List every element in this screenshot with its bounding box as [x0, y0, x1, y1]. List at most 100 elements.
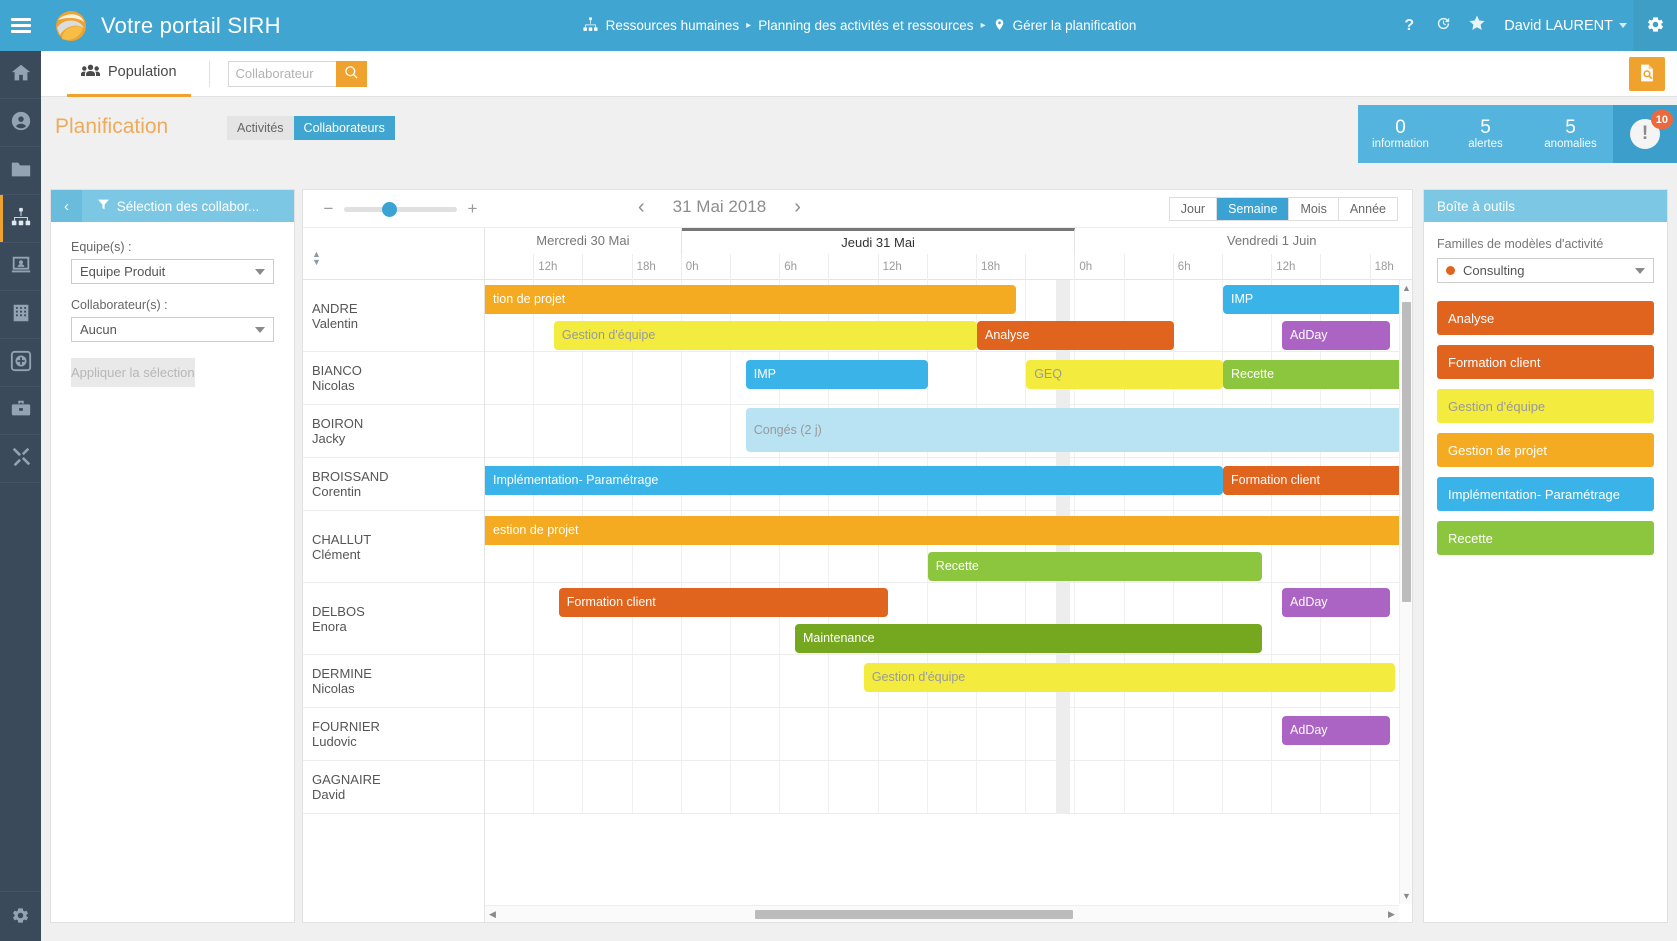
scroll-right-button[interactable]: ▶ — [1384, 906, 1399, 922]
grid-cell[interactable] — [780, 655, 830, 707]
scroll-left-button[interactable]: ◀ — [485, 906, 500, 922]
grid-cell[interactable] — [1174, 280, 1223, 351]
zoom-in-button[interactable]: + — [467, 199, 478, 219]
grid-cell[interactable] — [485, 352, 535, 404]
activity-template-2[interactable]: Gestion d'équipe — [1437, 389, 1654, 423]
zoom-out-button[interactable]: − — [323, 199, 334, 219]
grid-cell[interactable] — [633, 708, 682, 760]
grid-cell[interactable] — [534, 761, 584, 813]
grid-cell[interactable] — [485, 708, 535, 760]
scroll-down-button[interactable]: ▼ — [1400, 888, 1412, 904]
kpi-anomalies[interactable]: 5 anomalies — [1528, 118, 1613, 151]
grid-cell[interactable] — [534, 708, 584, 760]
rail-item-0[interactable] — [0, 51, 41, 99]
gantt-bar[interactable]: AdDay — [1282, 321, 1391, 350]
zoom-slider-handle[interactable] — [382, 201, 397, 217]
grid-cell[interactable] — [1075, 761, 1125, 813]
timescale-année[interactable]: Année — [1339, 198, 1397, 220]
search-input[interactable] — [227, 60, 336, 87]
rail-item-6[interactable] — [0, 339, 41, 387]
rail-item-4[interactable] — [0, 243, 41, 291]
grid-cell[interactable] — [879, 761, 928, 813]
grid-cell[interactable] — [534, 405, 584, 457]
tab-population[interactable]: Population — [67, 51, 191, 97]
rail-item-1[interactable] — [0, 99, 41, 147]
search-button[interactable] — [335, 60, 367, 87]
collaborator-name[interactable]: DERMINE Nicolas — [303, 655, 484, 708]
grid-cell[interactable] — [485, 405, 535, 457]
vertical-scrollbar-thumb[interactable] — [1402, 302, 1411, 602]
grid-cell[interactable] — [928, 708, 977, 760]
help-icon[interactable]: ? — [1392, 17, 1426, 35]
filter-select-0[interactable]: Equipe Produit — [71, 259, 274, 284]
grid-cell[interactable] — [682, 655, 731, 707]
grid-cell[interactable] — [485, 655, 535, 707]
zoom-slider[interactable] — [344, 201, 457, 217]
grid-cell[interactable] — [1223, 761, 1273, 813]
gantt-bar[interactable]: Formation client — [558, 588, 889, 617]
filter-select-1[interactable]: Aucun — [71, 317, 274, 342]
grid-cell[interactable] — [1174, 761, 1223, 813]
gantt-bar[interactable]: Implémentation- Paramétrage — [485, 466, 1223, 495]
gantt-bar[interactable]: Maintenance — [794, 624, 1263, 653]
grid-cell[interactable] — [583, 405, 633, 457]
user-menu[interactable]: David LAURENT — [1494, 18, 1633, 34]
grid-cell[interactable] — [780, 708, 830, 760]
scroll-up-button[interactable]: ▲ — [1400, 280, 1412, 296]
horizontal-scrollbar[interactable]: ◀ ▶ — [485, 905, 1399, 922]
rail-settings-button[interactable] — [0, 891, 41, 941]
activity-template-5[interactable]: Recette — [1437, 521, 1654, 555]
grid-cell[interactable] — [633, 352, 682, 404]
grid-cell[interactable] — [977, 352, 1027, 404]
gantt-bar[interactable]: Formation client — [1223, 466, 1412, 495]
document-search-button[interactable] — [1629, 57, 1665, 91]
segment-collaborateurs[interactable]: Collaborateurs — [293, 116, 395, 140]
grid-cell[interactable] — [583, 352, 633, 404]
gantt-bar[interactable]: IMP — [1223, 285, 1412, 314]
collaborator-name[interactable]: FOURNIER Ludovic — [303, 708, 484, 761]
grid-cell[interactable] — [928, 352, 977, 404]
breadcrumb-item-2[interactable]: Gérer la planification — [1013, 18, 1137, 33]
grid-cell[interactable] — [633, 405, 682, 457]
star-icon[interactable] — [1460, 14, 1494, 37]
grid-cell[interactable] — [731, 655, 781, 707]
grid-cell[interactable] — [633, 655, 682, 707]
collaborator-name[interactable]: CHALLUT Clément — [303, 511, 484, 583]
previous-period-button[interactable]: ‹ — [638, 197, 645, 217]
grid-cell[interactable] — [780, 761, 830, 813]
timescale-semaine[interactable]: Semaine — [1217, 198, 1290, 220]
grid-cell[interactable] — [1174, 708, 1223, 760]
rail-item-7[interactable] — [0, 387, 41, 435]
activity-template-1[interactable]: Formation client — [1437, 345, 1654, 379]
grid-cell[interactable] — [485, 583, 535, 654]
gantt-bar[interactable]: tion de projet — [485, 285, 1017, 314]
kpi-information[interactable]: 0 information — [1358, 118, 1443, 151]
activity-family-select[interactable]: Consulting — [1437, 258, 1654, 283]
grid-cell[interactable] — [583, 708, 633, 760]
alerts-button[interactable]: ! 10 — [1613, 105, 1677, 163]
gantt-bar[interactable]: Analyse — [977, 321, 1174, 350]
collaborator-name[interactable]: BOIRON Jacky — [303, 405, 484, 458]
grid-cell[interactable] — [534, 655, 584, 707]
grid-cell[interactable] — [485, 761, 535, 813]
grid-cell[interactable] — [633, 761, 682, 813]
grid-cell[interactable] — [829, 761, 879, 813]
grid-cell[interactable] — [682, 352, 731, 404]
collaborator-name[interactable]: DELBOS Enora — [303, 583, 484, 655]
apply-selection-button[interactable]: Appliquer la sélection — [71, 358, 195, 387]
activity-template-3[interactable]: Gestion de projet — [1437, 433, 1654, 467]
gantt-bar[interactable]: AdDay — [1282, 588, 1391, 617]
timescale-jour[interactable]: Jour — [1170, 198, 1218, 220]
rail-item-8[interactable] — [0, 435, 41, 483]
kpi-alertes[interactable]: 5 alertes — [1443, 118, 1528, 151]
activity-template-4[interactable]: Implémentation- Paramétrage — [1437, 477, 1654, 511]
rail-item-5[interactable] — [0, 291, 41, 339]
grid-cell[interactable] — [682, 405, 731, 457]
grid-cell[interactable] — [829, 708, 879, 760]
gantt-bar[interactable]: Gestion d'équipe — [863, 663, 1396, 692]
collaborator-name[interactable]: ANDRE Valentin — [303, 280, 484, 352]
gantt-bar[interactable]: estion de projet — [485, 516, 1412, 545]
grid-cell[interactable] — [583, 655, 633, 707]
menu-toggle-button[interactable] — [0, 0, 41, 51]
timescale-mois[interactable]: Mois — [1289, 198, 1339, 220]
